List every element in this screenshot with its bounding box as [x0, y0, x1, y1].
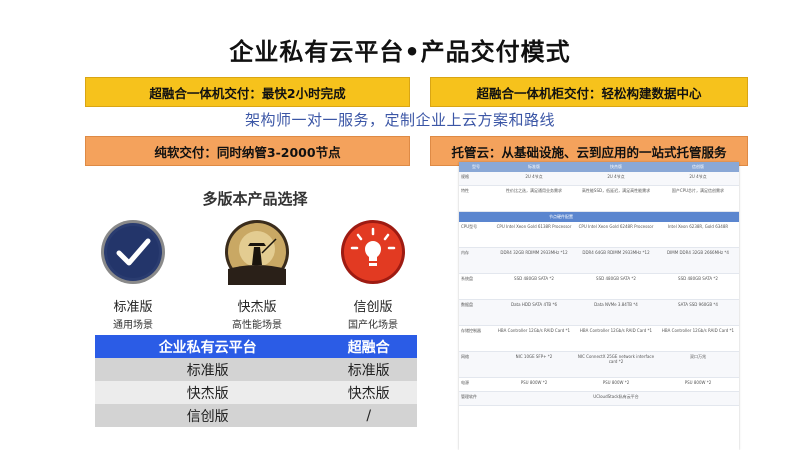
spec-cell: 内存 — [461, 250, 469, 255]
banner-rack-delivery: 超融合一体机柜交付：轻松构建数据中心 — [430, 77, 748, 107]
spec-section-label: 节点硬件配置 — [549, 214, 573, 219]
spec-cell: SSD 480GB SATA *2 — [678, 276, 718, 281]
spec-body: 规格 2U 4节点 2U 4节点 2U 4节点特性 性价比之选，满足通用业务需求 高性能S… — [459, 172, 739, 406]
spec-cell: 系统盘 — [461, 276, 473, 281]
spec-row: 特性 性价比之选，满足通用业务需求 高性能SSD，低延迟，满足高性能需求 国产CPU芯… — [459, 186, 739, 212]
spec-cell: PSU 800W *2 — [520, 380, 548, 385]
spec-sheet-image: 型号 标准版 快杰版 信创版 规格 2U 4节点 2U 4节点 2U 4节点特性 性价比… — [459, 162, 739, 450]
spec-cell: 规格 — [461, 174, 469, 179]
table-cell: 标准版 — [320, 358, 417, 381]
edition-xinchuang: 信创版 国产化场景 — [318, 296, 428, 331]
spec-cell: 网络 — [461, 354, 469, 359]
check-icon — [100, 219, 166, 285]
table-cell: 标准版 — [95, 358, 321, 381]
spec-row: CPU型号 CPU Intel Xeon Gold 6138R Processor… — [459, 222, 739, 248]
table-row: 快杰版 快杰版 — [95, 381, 417, 404]
spec-cell: CPU型号 — [461, 224, 478, 229]
spec-cell: NIC 10GE SFP+ *2 — [515, 354, 553, 359]
spec-cell: PSU 800W *2 — [602, 380, 630, 385]
spec-cell: 2U 4节点 — [525, 174, 543, 179]
edition-name: 标准版 — [113, 300, 153, 315]
subtitle: 架构师一对一服务，定制企业上云方案和路线 — [244, 111, 555, 129]
spec-cell: 数据盘 — [461, 302, 473, 307]
spec-cell: 2U 4节点 — [689, 174, 707, 179]
editions-title: 多版本产品选择 — [202, 190, 308, 208]
spec-header-cell: 快杰版 — [610, 164, 622, 169]
spec-cell: 电源 — [461, 380, 469, 385]
spec-cell: SATA SSD 960GB *4 — [678, 302, 718, 307]
edition-scene: 通用场景 — [113, 320, 153, 331]
spec-cell: 性价比之选，满足通用业务需求 — [506, 188, 562, 193]
spec-row: 内存 DDR4 32GB RDIMM 2933MHz *12 DDR4 64GB R… — [459, 248, 739, 274]
edition-performance: 快杰版 高性能场景 — [202, 296, 312, 331]
table-header-platform: 企业私有云平台 — [95, 335, 321, 358]
spec-row: 系统盘 SSD 480GB SATA *2 SSD 480GB SATA *2 SSD… — [459, 274, 739, 300]
spec-cell: CPU Intel Xeon Gold 6248R Processor — [578, 224, 654, 229]
spec-cell: DDR4 64GB RDIMM 2933MHz *12 — [582, 250, 650, 255]
edition-name: 信创版 — [353, 300, 393, 315]
spec-cell: HBA Controller 12Gb/s RAID Card *1 — [661, 328, 735, 333]
edition-scene: 国产化场景 — [348, 320, 398, 331]
table-cell: 快杰版 — [320, 381, 417, 404]
banner-appliance-delivery: 超融合一体机交付：最快2小时完成 — [85, 77, 410, 107]
table-row: 标准版 标准版 — [95, 358, 417, 381]
spec-header-cell: 信创版 — [692, 164, 704, 169]
spec-header-cell: 标准版 — [528, 164, 540, 169]
spec-cell — [657, 392, 739, 405]
spec-cell: 高性能SSD，低延迟，满足高性能需求 — [581, 188, 651, 193]
spec-cell: HBA Controller 12Gb/s RAID Card *1 — [579, 328, 653, 333]
spec-section-band: 节点硬件配置 — [459, 212, 739, 222]
spec-cell: SSD 480GB SATA *2 — [514, 276, 554, 281]
spec-cell: 2U 4节点 — [607, 174, 625, 179]
spec-cell: 存储控制器 — [461, 328, 481, 333]
table-cell: / — [320, 404, 417, 427]
spec-row: 数据盘 Data HDD SATA 4TB *6 Data NVMe 3.84TB … — [459, 300, 739, 326]
spec-row: 规格 2U 4节点 2U 4节点 2U 4节点 — [459, 172, 739, 186]
edition-comparison-table: 企业私有云平台 超融合 标准版 标准版 快杰版 快杰版 信创版 / — [95, 335, 417, 427]
lightbulb-icon — [340, 219, 406, 285]
spec-cell: DDR4 32GB RDIMM 2933MHz *12 — [500, 250, 568, 255]
spec-row: 电源 PSU 800W *2 PSU 800W *2 PSU 800W *2 — [459, 378, 739, 392]
spec-cell: 特性 — [461, 188, 469, 193]
spec-header: 型号 标准版 快杰版 信创版 — [459, 162, 739, 172]
spec-row: 管理软件 UCloudStack私有云平台 — [459, 392, 739, 406]
edition-scene: 高性能场景 — [232, 320, 282, 331]
spec-cell: 双口万兆 — [690, 354, 706, 359]
table-cell: 快杰版 — [95, 381, 321, 404]
spec-row: 存储控制器 HBA Controller 12Gb/s RAID Card *1 H… — [459, 326, 739, 352]
spec-cell: Data NVMe 3.84TB *4 — [594, 302, 638, 307]
edition-name: 快杰版 — [237, 300, 277, 315]
moon-samurai-icon — [224, 219, 290, 285]
spec-cell: Data HDD SATA 4TB *6 — [511, 302, 557, 307]
spec-cell: DIMM DDR4 32GB 2666MHz *4 — [667, 250, 729, 255]
spec-cell: NIC ConnectX 25GE network interface card… — [577, 354, 655, 364]
spec-header-cell: 型号 — [472, 164, 480, 169]
spec-cell: CPU Intel Xeon Gold 6138R Processor — [496, 224, 572, 229]
table-row: 信创版 / — [95, 404, 417, 427]
spec-cell — [493, 392, 575, 405]
spec-cell: PSU 800W *2 — [684, 380, 712, 385]
table-cell: 信创版 — [95, 404, 321, 427]
page-title: 企业私有云平台•产品交付模式 — [229, 38, 571, 66]
table-header-hci: 超融合 — [320, 335, 417, 358]
spec-cell: HBA Controller 12Gb/s RAID Card *1 — [497, 328, 571, 333]
spec-cell: 管理软件 — [461, 394, 477, 399]
spec-cell: Intel Xeon 6238R, Gold 6348R — [667, 224, 729, 229]
spec-row: 网络 NIC 10GE SFP+ *2 NIC ConnectX 25GE netw… — [459, 352, 739, 378]
spec-cell: UCloudStack私有云平台 — [593, 394, 639, 399]
spec-cell: 国产CPU芯片，满足信创需求 — [671, 188, 725, 193]
edition-standard: 标准版 通用场景 — [78, 296, 188, 331]
spec-cell: SSD 480GB SATA *2 — [596, 276, 636, 281]
banner-software-delivery: 纯软交付：同时纳管3-2000节点 — [85, 136, 410, 166]
